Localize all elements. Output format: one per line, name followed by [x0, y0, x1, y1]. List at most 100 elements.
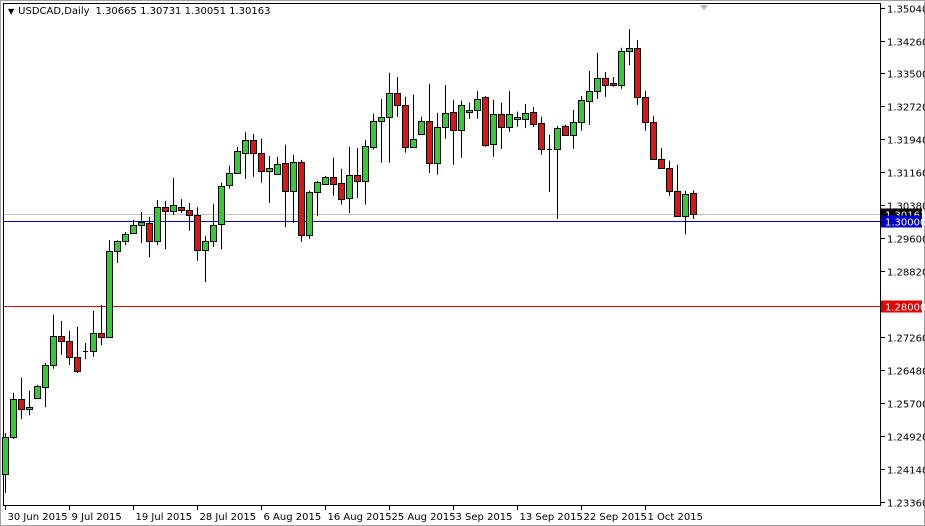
candle-body-bull [618, 51, 625, 86]
candle-body-bear [162, 207, 169, 212]
candle-body-bear [186, 210, 193, 216]
x-tick-label: 30 Jun 2015 [8, 512, 68, 523]
y-tick-label: 1.23360 [887, 499, 925, 510]
candle-body-bear [402, 105, 409, 148]
candle-body-bear [562, 126, 569, 136]
candle-body-bull [522, 113, 529, 120]
candle-body-bull [570, 122, 577, 136]
candle [690, 190, 697, 220]
candle-body-bear [674, 191, 681, 217]
candle-body-bull [434, 127, 441, 164]
candle [298, 159, 305, 242]
candle-body-bull [586, 91, 593, 102]
candle-body-bear [530, 112, 537, 125]
candle-body-bear [658, 159, 665, 169]
candle-body-bear [394, 93, 401, 106]
candle-body-bull [314, 182, 321, 193]
candle-body-bear [666, 168, 673, 192]
candle [482, 95, 489, 147]
candle-body-bear [426, 121, 433, 164]
candle-body-bear [690, 193, 697, 215]
candle-body-bull [42, 365, 49, 388]
ohlc-values: 1.30665 1.30731 1.30051 1.30163 [95, 6, 271, 17]
candle [322, 175, 329, 185]
candle-body-bull [2, 437, 9, 475]
candle-body-bear [354, 175, 361, 182]
candle-body-bear [98, 333, 105, 338]
candle-body-bull [458, 105, 465, 131]
candle-body-bear [482, 97, 489, 146]
candle [10, 392, 17, 439]
y-tick-label: 1.33500 [887, 70, 925, 81]
x-tick-label: 25 Aug 2015 [392, 512, 456, 523]
candle-body-bull [202, 241, 209, 251]
candle-body-bull [514, 117, 521, 120]
y-tick-label: 1.34260 [887, 38, 925, 49]
y-tick-label: 1.28820 [887, 268, 925, 279]
plot-area [3, 3, 881, 506]
candle-body-bull [306, 192, 313, 236]
x-tick-label: 3 Sep 2015 [456, 512, 513, 523]
candle-body-bull [378, 117, 385, 122]
candle [306, 190, 313, 239]
x-tick-label: 9 Jul 2015 [72, 512, 122, 523]
candle-body-bear [194, 215, 201, 251]
candle-body-bear [282, 163, 289, 192]
candle-body-bull [34, 386, 41, 399]
x-tick-label: 19 Jul 2015 [136, 512, 193, 523]
candle-body-bull [266, 168, 273, 172]
candle-body-bear [66, 341, 73, 358]
y-tick-label: 1.31940 [887, 136, 925, 147]
candlestick-chart[interactable]: 1.35040 1.34260 1.33500 1.32720 1.31940 1.311… [0, 0, 925, 526]
x-tick-label: 1 Oct 2015 [648, 512, 703, 523]
candle-body-bull [114, 241, 121, 252]
candle-body-bear [642, 97, 649, 123]
candle-body-bear [258, 153, 265, 172]
candle-body-bull [218, 186, 225, 225]
candle-body-bear [18, 399, 25, 410]
candle [402, 96, 409, 153]
candle-body-bull [626, 48, 633, 52]
candle-body-bull [554, 128, 561, 150]
candle-body-bear [298, 162, 305, 236]
candle-body-bull [594, 78, 601, 92]
y-tick-label: 1.35040 [887, 5, 925, 16]
candle-body-bull [10, 399, 17, 438]
symbol-timeframe: USDCAD,Daily [18, 6, 90, 17]
candle-body-bull [386, 93, 393, 118]
candle [106, 240, 113, 338]
dropdown-triangle-icon[interactable]: ▼ [8, 7, 14, 16]
candle-body-bull [490, 114, 497, 145]
candle-body-bear [178, 207, 185, 211]
candle-body-bull [506, 114, 513, 128]
candle-body-bear [610, 83, 617, 86]
candle-body-bull [370, 121, 377, 148]
candle-body-bull [242, 140, 249, 154]
candle-body-bear [650, 122, 657, 160]
candle-body-bull [474, 99, 481, 111]
x-tick-label: 28 Jul 2015 [200, 512, 257, 523]
x-tick-label: 13 Sep 2015 [520, 512, 583, 523]
y-tick-label: 1.24920 [887, 433, 925, 444]
candle [618, 47, 625, 89]
candle-body-bull [682, 194, 689, 217]
price-label-red: 1.28000 [885, 303, 925, 314]
candle-body-bull [90, 333, 97, 352]
candle-body-bear [58, 336, 65, 342]
candle-body-bull [138, 222, 145, 226]
y-tick-label: 1.29600 [887, 235, 925, 246]
candle-body-bull [418, 121, 425, 135]
candle [634, 40, 641, 105]
candle-body-bull [346, 175, 353, 199]
candle-body-bull [226, 173, 233, 186]
candle-body-bear [338, 183, 345, 200]
candle-body-bear [602, 78, 609, 86]
candle [650, 115, 657, 160]
candle-body-bull [130, 225, 137, 234]
candle-body-bull [106, 251, 113, 338]
x-tick-label: 22 Sep 2015 [584, 512, 647, 523]
candle-body-bull [170, 205, 177, 212]
price-label-blue: 1.30000 [885, 218, 925, 229]
y-tick-label: 1.32720 [887, 103, 925, 114]
candle-body-bull [210, 225, 217, 242]
